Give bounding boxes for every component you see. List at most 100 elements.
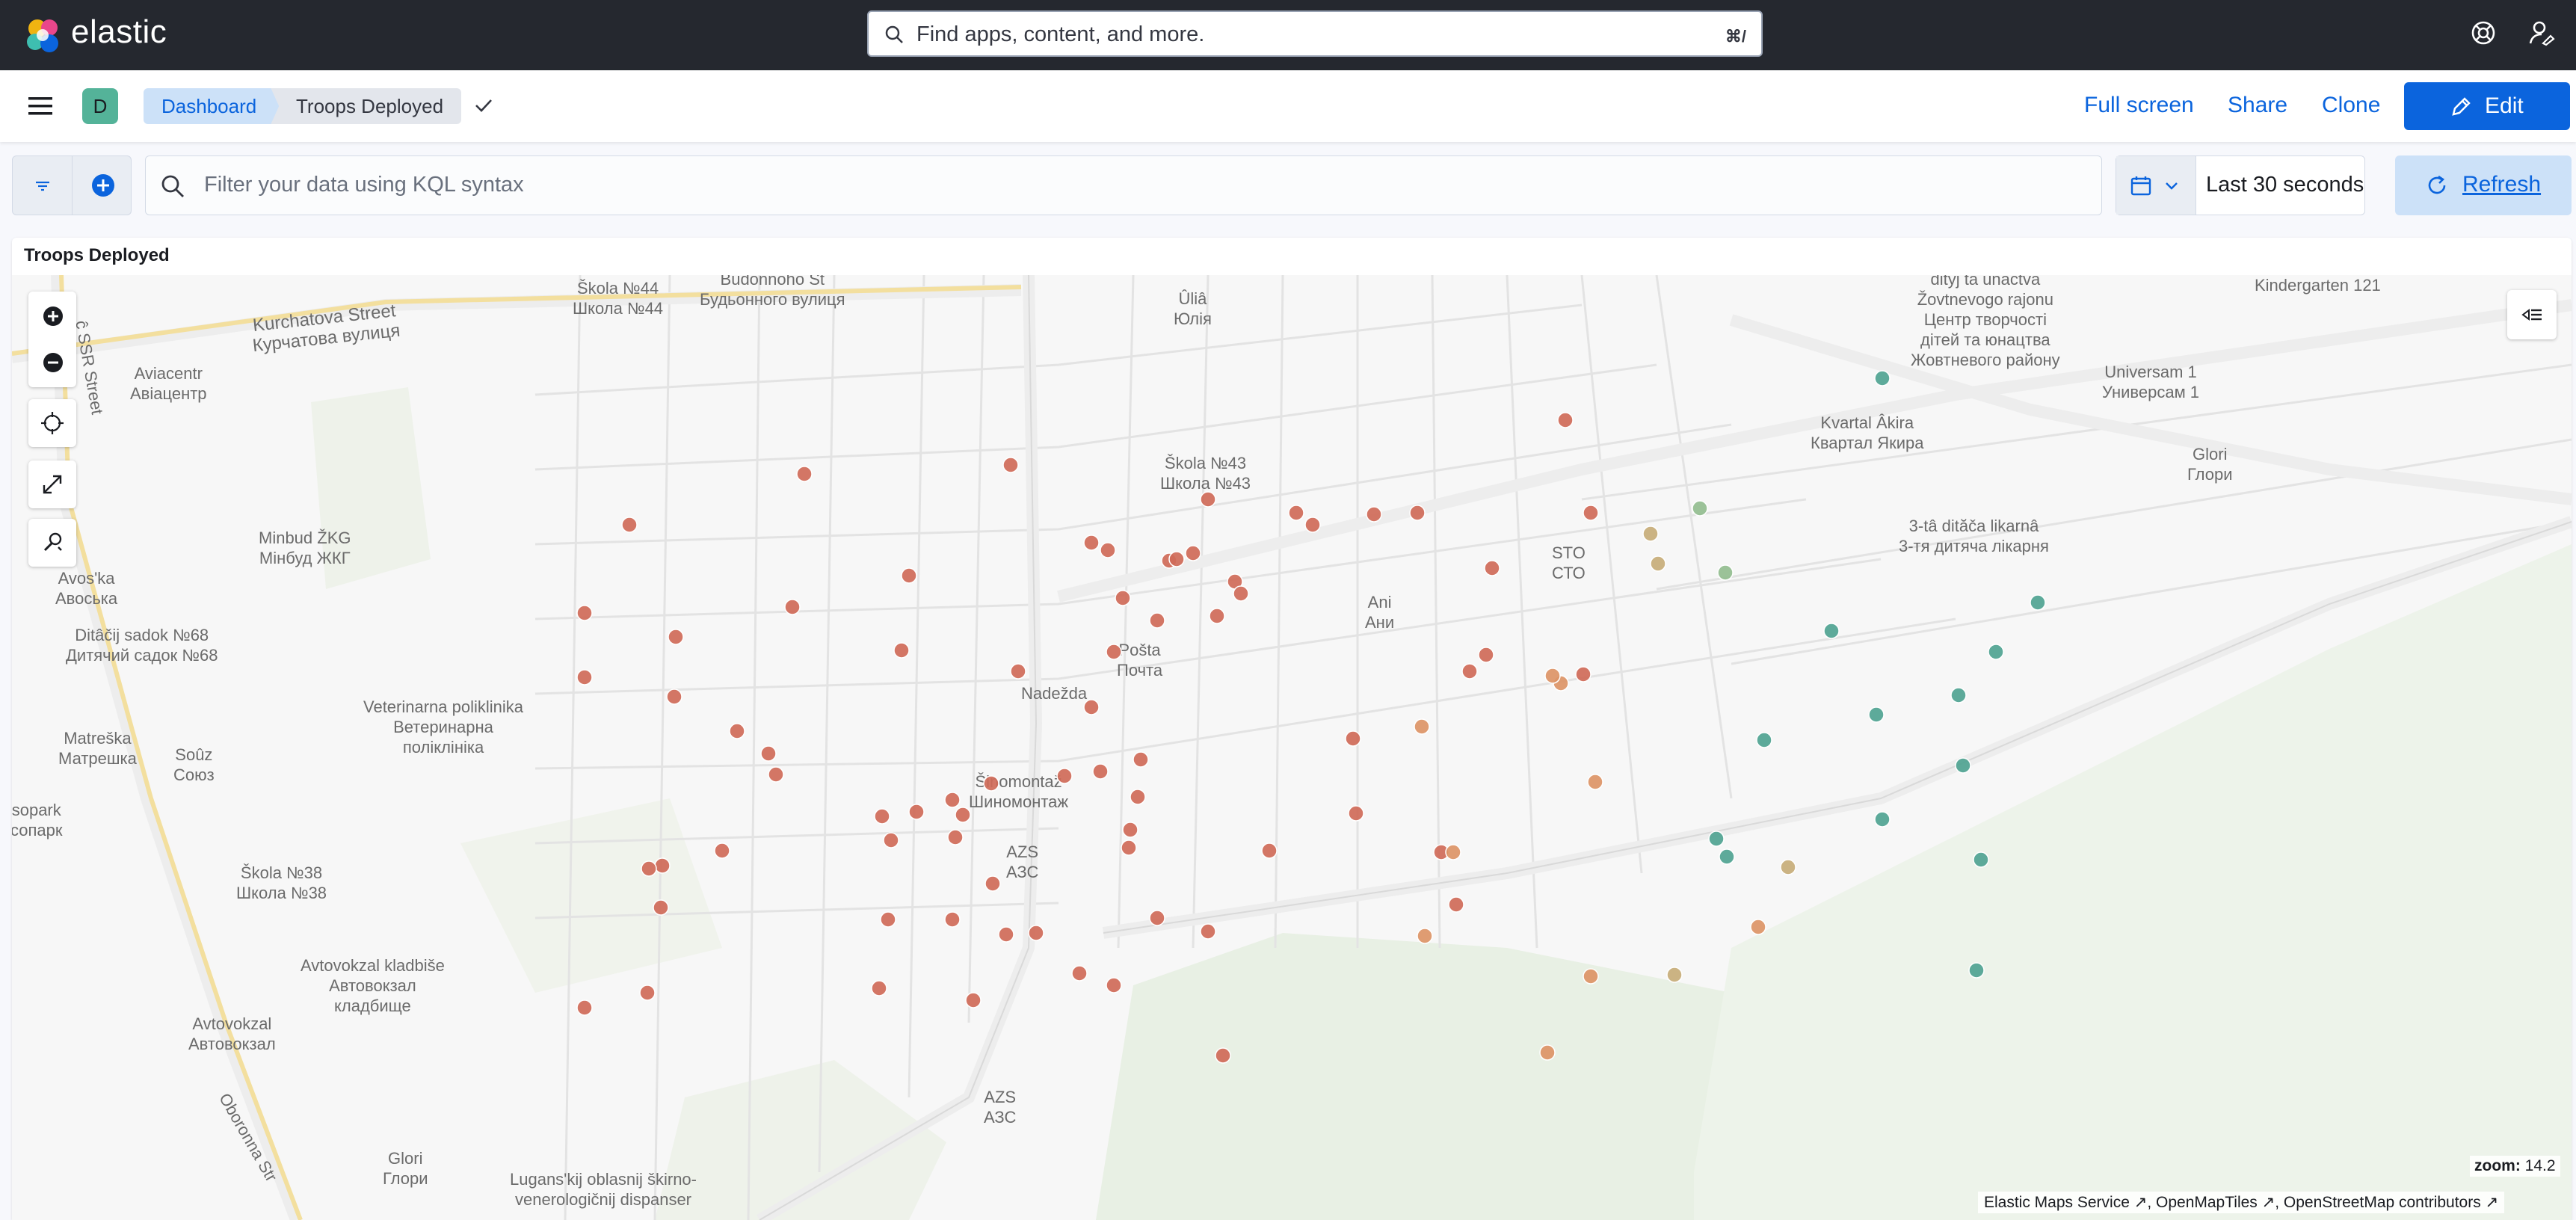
troop-deployment-point[interactable] — [784, 599, 801, 615]
share-button[interactable]: Share — [2228, 93, 2287, 118]
troop-deployment-point[interactable] — [1544, 668, 1561, 684]
troop-deployment-point[interactable] — [1200, 923, 1216, 940]
troop-deployment-point[interactable] — [1950, 687, 1967, 703]
attribution-link[interactable]: OpenStreetMap contributors — [2284, 1194, 2481, 1211]
troop-deployment-point[interactable] — [1348, 805, 1364, 822]
draw-tools-button[interactable] — [28, 519, 76, 567]
attribution-link[interactable]: OpenMapTiles — [2156, 1194, 2258, 1211]
full-screen-map-button[interactable] — [28, 460, 76, 508]
elastic-logo-icon[interactable] — [22, 15, 64, 57]
troop-deployment-point[interactable] — [1478, 647, 1494, 663]
date-picker[interactable]: Last 30 seconds — [2116, 155, 2365, 215]
quick-menu-button[interactable] — [2116, 156, 2196, 215]
troop-deployment-point[interactable] — [1448, 896, 1464, 913]
space-avatar[interactable]: D — [82, 88, 118, 124]
troop-deployment-point[interactable] — [1215, 1047, 1231, 1064]
edit-button[interactable]: Edit — [2404, 82, 2570, 130]
troop-deployment-point[interactable] — [883, 832, 899, 848]
troop-deployment-point[interactable] — [621, 517, 638, 533]
troop-deployment-point[interactable] — [1539, 1044, 1556, 1061]
troop-deployment-point[interactable] — [1106, 977, 1122, 993]
troop-deployment-point[interactable] — [1666, 967, 1683, 983]
troop-deployment-point[interactable] — [641, 860, 657, 877]
troop-deployment-point[interactable] — [1083, 534, 1100, 551]
troop-deployment-point[interactable] — [998, 926, 1014, 943]
refresh-button[interactable]: Refresh — [2395, 155, 2572, 215]
troop-deployment-point[interactable] — [1587, 774, 1603, 790]
troop-deployment-point[interactable] — [1345, 730, 1361, 747]
fit-bounds-button[interactable] — [28, 399, 76, 447]
troop-deployment-point[interactable] — [983, 775, 999, 792]
troop-deployment-point[interactable] — [1133, 751, 1149, 768]
troop-deployment-point[interactable] — [1071, 965, 1088, 982]
troop-deployment-point[interactable] — [901, 567, 917, 584]
troop-deployment-point[interactable] — [1583, 968, 1599, 985]
troop-deployment-point[interactable] — [1955, 757, 1971, 774]
troop-deployment-point[interactable] — [1366, 506, 1382, 523]
troop-deployment-point[interactable] — [654, 857, 671, 874]
troop-deployment-point[interactable] — [729, 723, 745, 739]
troop-deployment-point[interactable] — [1874, 370, 1891, 386]
troop-deployment-point[interactable] — [1780, 859, 1796, 875]
troop-deployment-point[interactable] — [1708, 831, 1725, 847]
troop-deployment-point[interactable] — [1417, 928, 1433, 944]
help-icon[interactable] — [2470, 19, 2497, 50]
troop-deployment-point[interactable] — [871, 980, 887, 996]
troop-deployment-point[interactable] — [1719, 848, 1735, 865]
clone-button[interactable]: Clone — [2322, 93, 2380, 118]
troop-deployment-point[interactable] — [1233, 585, 1249, 602]
troop-deployment-point[interactable] — [666, 688, 682, 705]
troop-deployment-point[interactable] — [1874, 811, 1891, 828]
troop-deployment-point[interactable] — [908, 804, 925, 820]
troop-deployment-point[interactable] — [1002, 457, 1019, 473]
troop-deployment-point[interactable] — [1149, 910, 1165, 926]
troop-deployment-point[interactable] — [760, 745, 777, 762]
troop-deployment-point[interactable] — [2030, 594, 2046, 611]
troop-deployment-point[interactable] — [1028, 925, 1044, 941]
full-screen-button[interactable]: Full screen — [2084, 93, 2194, 118]
troop-deployment-point[interactable] — [653, 899, 669, 916]
troop-deployment-point[interactable] — [1409, 505, 1426, 521]
troop-deployment-point[interactable] — [576, 669, 593, 686]
troop-deployment-point[interactable] — [944, 792, 961, 808]
troop-deployment-point[interactable] — [1756, 732, 1772, 748]
attribution-link[interactable]: Elastic Maps Service — [1984, 1194, 2130, 1211]
troop-deployment-point[interactable] — [768, 766, 784, 783]
troop-deployment-point[interactable] — [947, 829, 964, 845]
troop-deployment-point[interactable] — [985, 875, 1001, 892]
troop-deployment-point[interactable] — [1973, 851, 1989, 868]
troop-deployment-point[interactable] — [1484, 560, 1500, 576]
troop-deployment-point[interactable] — [1304, 517, 1321, 533]
troop-deployment-point[interactable] — [714, 842, 730, 859]
troop-deployment-point[interactable] — [1823, 623, 1840, 639]
troop-deployment-point[interactable] — [1106, 644, 1122, 660]
troop-deployment-point[interactable] — [1168, 551, 1185, 567]
zoom-in-icon[interactable] — [42, 305, 64, 327]
troop-deployment-point[interactable] — [1414, 718, 1430, 735]
troop-deployment-point[interactable] — [893, 642, 910, 659]
troop-deployment-point[interactable] — [1209, 608, 1225, 624]
troop-deployment-point[interactable] — [1968, 962, 1985, 979]
troop-deployment-point[interactable] — [1010, 663, 1026, 680]
troop-deployment-point[interactable] — [796, 466, 813, 482]
troop-deployment-point[interactable] — [1988, 644, 2004, 660]
troop-deployment-point[interactable] — [1557, 412, 1574, 428]
troop-deployment-point[interactable] — [1575, 666, 1591, 683]
troop-deployment-point[interactable] — [874, 808, 890, 825]
troop-deployment-point[interactable] — [1445, 844, 1461, 860]
user-menu-icon[interactable] — [2528, 19, 2555, 50]
troop-deployment-point[interactable] — [1583, 505, 1599, 521]
troop-deployment-point[interactable] — [1717, 564, 1734, 581]
troop-deployment-point[interactable] — [1461, 663, 1478, 680]
troop-deployment-point[interactable] — [1868, 706, 1885, 723]
hamburger-menu-icon[interactable] — [27, 94, 54, 122]
troop-deployment-point[interactable] — [1149, 612, 1165, 629]
layers-panel-icon[interactable] — [2507, 290, 2557, 339]
global-search-input[interactable]: Find apps, content, and more. ⌘/ — [867, 10, 1763, 57]
filter-options-icon[interactable] — [34, 177, 52, 195]
troop-deployment-point[interactable] — [1692, 500, 1708, 517]
zoom-out-icon[interactable] — [42, 351, 64, 374]
troop-deployment-point[interactable] — [1100, 542, 1116, 558]
troop-deployment-point[interactable] — [1092, 763, 1109, 780]
troop-deployment-point[interactable] — [1750, 919, 1766, 935]
